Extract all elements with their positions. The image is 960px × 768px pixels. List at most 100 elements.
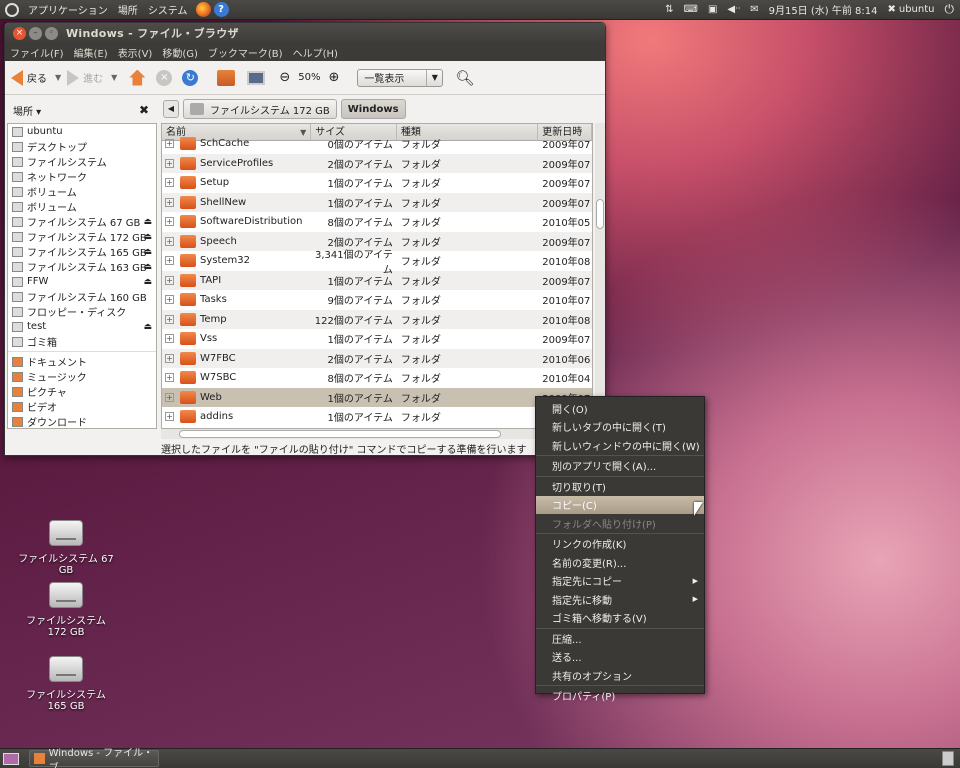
menu-system[interactable]: システム bbox=[143, 2, 193, 17]
table-row[interactable]: + W7SBC 8個のアイテム フォルダ 2010年04 bbox=[162, 368, 592, 388]
context-menu-item[interactable]: リンクの作成(K) bbox=[536, 535, 704, 554]
context-menu-item[interactable]: 開く(O) bbox=[536, 399, 704, 418]
sidebar-item[interactable]: FFW ⏏ bbox=[8, 274, 156, 289]
table-row[interactable]: + ServiceProfiles 2個のアイテム フォルダ 2009年07 bbox=[162, 153, 592, 173]
sidebar-item[interactable]: test ⏏ bbox=[8, 319, 156, 334]
zoom-level[interactable]: 50% bbox=[298, 72, 320, 83]
clock[interactable]: 9月15日 (水) 午前 8:14 bbox=[769, 2, 878, 17]
expander-icon[interactable]: + bbox=[165, 295, 174, 305]
sidebar-item[interactable]: ファイルシステム 67 GB ⏏ bbox=[8, 214, 156, 229]
expander-icon[interactable]: + bbox=[165, 139, 174, 149]
search-icon[interactable]: 🔍︎ bbox=[455, 69, 474, 87]
eject-icon[interactable]: ⏏ bbox=[143, 277, 152, 287]
context-menu-item[interactable]: 名前の変更(R)... bbox=[536, 553, 704, 572]
menu-view[interactable]: 表示(V) bbox=[113, 45, 158, 60]
ubuntu-logo-icon[interactable] bbox=[5, 2, 19, 17]
expander-icon[interactable]: + bbox=[165, 353, 174, 363]
close-sidebar-icon[interactable]: ✖ bbox=[139, 103, 149, 117]
context-menu-item[interactable]: 切り取り(T) bbox=[536, 477, 704, 496]
expander-icon[interactable]: + bbox=[165, 334, 174, 344]
back-history-dropdown-icon[interactable]: ▼ bbox=[55, 73, 61, 82]
sidebar-bookmark[interactable]: ドキュメント bbox=[8, 354, 156, 369]
context-menu-item[interactable]: 別のアプリで開く(A)... bbox=[536, 457, 704, 476]
title-bar[interactable]: × – ◦ Windows - ファイル・ブラウザ bbox=[5, 23, 605, 43]
context-menu-item[interactable]: ゴミ箱へ移動する(V) bbox=[536, 609, 704, 628]
desktop-icon-filesystem-67gb[interactable]: ファイルシステム 67 GB bbox=[16, 520, 116, 576]
volume-icon[interactable]: ◀︎ᐧᐧ bbox=[727, 4, 740, 15]
eject-icon[interactable]: ⏏ bbox=[143, 262, 152, 272]
sidebar-bookmark[interactable]: ピクチャ bbox=[8, 384, 156, 399]
taskbar-window-button[interactable]: Windows - ファイル・ブ... bbox=[29, 748, 159, 768]
sidebar-bookmark[interactable]: ビデオ bbox=[8, 399, 156, 414]
desktop-icon-filesystem-165gb[interactable]: ファイルシステム 165 GB bbox=[16, 656, 116, 712]
table-row[interactable]: +Web1個のアイテムフォルダ2009年07 bbox=[162, 387, 592, 407]
expander-icon[interactable]: + bbox=[165, 197, 174, 207]
expander-icon[interactable]: + bbox=[165, 392, 174, 402]
forward-history-dropdown-icon[interactable]: ▼ bbox=[111, 73, 117, 82]
firefox-icon[interactable] bbox=[195, 2, 211, 17]
context-menu-item[interactable]: 指定先に移動 ▶ bbox=[536, 590, 704, 609]
parent-folder-icon[interactable] bbox=[129, 69, 146, 86]
view-mode-select[interactable]: 一覧表示 ▼ bbox=[357, 68, 444, 87]
user-icon[interactable]: ✖ bbox=[887, 4, 895, 15]
table-row[interactable]: + Tasks 9個のアイテム フォルダ 2010年07 bbox=[162, 290, 592, 310]
table-row[interactable]: + TAPI 1個のアイテム フォルダ 2009年07 bbox=[162, 270, 592, 290]
menu-go[interactable]: 移動(G) bbox=[157, 45, 203, 60]
sidebar-item[interactable]: ファイルシステム 160 GB bbox=[8, 289, 156, 304]
show-desktop-icon[interactable] bbox=[3, 752, 19, 765]
context-menu-item[interactable]: 新しいタブの中に開く(T) bbox=[536, 418, 704, 437]
keyboard-icon[interactable]: ⌨ bbox=[684, 4, 698, 15]
sidebar-item[interactable]: ファイルシステム 172 GB ⏏ bbox=[8, 229, 156, 244]
sidebar-item[interactable]: フロッピー・ディスク bbox=[8, 304, 156, 319]
expander-icon[interactable]: + bbox=[165, 314, 174, 324]
sidebar-item[interactable]: デスクトップ bbox=[8, 139, 156, 154]
expander-icon[interactable]: + bbox=[165, 412, 174, 422]
help-icon[interactable]: ? bbox=[213, 2, 229, 17]
menu-applications[interactable]: アプリケーション bbox=[23, 2, 113, 17]
sidebar-bookmark[interactable]: ミュージック bbox=[8, 369, 156, 384]
stop-icon[interactable]: × bbox=[156, 69, 173, 86]
back-button[interactable]: 戻る ▼ bbox=[11, 69, 61, 86]
desktop-icon-filesystem-172gb[interactable]: ファイルシステム 172 GB bbox=[16, 582, 116, 638]
horizontal-scrollbar[interactable] bbox=[161, 429, 593, 439]
path-crumb-filesystem[interactable]: ファイルシステム 172 GB bbox=[183, 99, 337, 119]
zoom-in-icon[interactable]: ⊕ bbox=[328, 70, 339, 85]
scrollbar-thumb[interactable] bbox=[179, 430, 501, 438]
column-type[interactable]: 種類 bbox=[397, 124, 539, 140]
menu-bookmarks[interactable]: ブックマーク(B) bbox=[203, 45, 288, 60]
table-row[interactable]: + System32 3,341個のアイテム フォルダ 2010年08 bbox=[162, 250, 592, 276]
minimize-icon[interactable]: – bbox=[29, 26, 42, 40]
sidebar-title-dropdown[interactable]: 場所 ▾ bbox=[13, 103, 41, 118]
sidebar-item[interactable]: ボリューム bbox=[8, 199, 156, 214]
path-crumb-windows[interactable]: Windows bbox=[340, 99, 406, 119]
reload-icon[interactable]: ↻ bbox=[182, 69, 199, 86]
power-icon[interactable]: ⏻ bbox=[945, 2, 955, 17]
maximize-icon[interactable]: ◦ bbox=[45, 26, 58, 40]
context-menu-item[interactable]: 送る... bbox=[536, 648, 704, 667]
sidebar-item[interactable]: ファイルシステム bbox=[8, 154, 156, 169]
context-menu-item[interactable]: 指定先にコピー ▶ bbox=[536, 572, 704, 591]
expander-icon[interactable]: + bbox=[165, 256, 174, 266]
trash-icon[interactable] bbox=[942, 751, 954, 766]
forward-button[interactable]: 進む ▼ bbox=[67, 69, 117, 86]
eject-icon[interactable]: ⏏ bbox=[143, 217, 152, 227]
column-date[interactable]: 更新日時 bbox=[538, 124, 592, 140]
menu-help[interactable]: ヘルプ(H) bbox=[288, 45, 343, 60]
table-row[interactable]: + addins 1個のアイテム フォルダ bbox=[162, 407, 592, 427]
column-size[interactable]: サイズ bbox=[311, 124, 397, 140]
sidebar-item[interactable]: ネットワーク bbox=[8, 169, 156, 184]
column-name[interactable]: 名前 ▼ bbox=[162, 124, 312, 140]
vertical-scrollbar[interactable] bbox=[595, 123, 605, 429]
computer-icon[interactable] bbox=[247, 70, 266, 85]
table-row[interactable]: + Setup 1個のアイテム フォルダ 2009年07 bbox=[162, 173, 592, 193]
mail-icon[interactable]: ✉ bbox=[750, 4, 758, 15]
context-menu-item[interactable]: 新しいウィンドウの中に開く(W) bbox=[536, 436, 704, 455]
eject-icon[interactable]: ⏏ bbox=[143, 247, 152, 257]
table-row[interactable]: + Vss 1個のアイテム フォルダ 2009年07 bbox=[162, 329, 592, 349]
sidebar-item[interactable]: ファイルシステム 163 GB ⏏ bbox=[8, 259, 156, 274]
table-row[interactable]: + SoftwareDistribution 8個のアイテム フォルダ 2010年05 bbox=[162, 212, 592, 232]
scrollbar-thumb[interactable] bbox=[596, 199, 604, 229]
home-folder-icon[interactable] bbox=[217, 69, 236, 86]
zoom-out-icon[interactable]: ⊖ bbox=[279, 70, 290, 85]
sidebar-item[interactable]: ubuntu bbox=[8, 124, 156, 139]
